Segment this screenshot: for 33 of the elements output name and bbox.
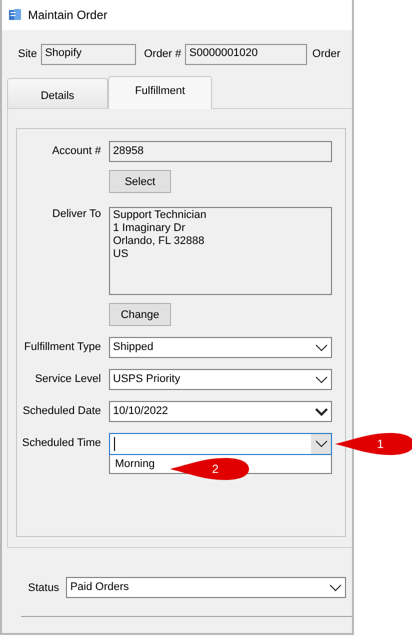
window-title: Maintain Order: [28, 8, 108, 22]
action-button[interactable]: Select: [109, 170, 171, 193]
field-label: Status: [28, 582, 60, 594]
dropdown-field[interactable]: Shipped: [109, 337, 332, 358]
dropdown-field[interactable]: USPS Priority: [109, 369, 332, 390]
action-button[interactable]: Change: [109, 303, 171, 326]
dropdown-option[interactable]: Morning: [115, 458, 155, 470]
chevron-down-icon: [314, 376, 328, 384]
readonly-field[interactable]: S0000001020: [185, 44, 308, 64]
callout-badge: 1: [335, 432, 412, 456]
field-label: Scheduled Date: [22, 404, 101, 419]
field-label: Service Level: [34, 372, 101, 387]
address-box[interactable]: Support Technician 1 Imaginary Dr Orlando, FL 32888 US: [109, 207, 332, 295]
app-icon: [8, 8, 22, 22]
field-label: Deliver To: [51, 207, 101, 221]
chevron-down-icon: [328, 584, 342, 592]
field-label: Account #: [51, 144, 101, 159]
tab[interactable]: Details: [7, 78, 108, 108]
tab[interactable]: Fulfillment: [108, 76, 212, 109]
dropdown-field[interactable]: 10/10/2022: [109, 401, 332, 422]
field-label: Site: [18, 48, 37, 60]
readonly-field[interactable]: Shopify: [40, 44, 136, 64]
callout-badge: 2: [170, 457, 250, 481]
field-label: Fulfillment Type: [23, 340, 101, 355]
chevron-down-icon: [314, 440, 328, 448]
field-label: Order: [312, 48, 340, 60]
chevron-down-icon: [314, 344, 328, 352]
chevron-down-icon: [314, 408, 328, 416]
field-label: Scheduled Time: [21, 436, 101, 451]
field-label: Order #: [144, 48, 182, 60]
dropdown-field[interactable]: [109, 433, 332, 455]
text-field[interactable]: 28958: [109, 141, 332, 162]
dropdown-field[interactable]: Paid Orders: [66, 577, 346, 598]
